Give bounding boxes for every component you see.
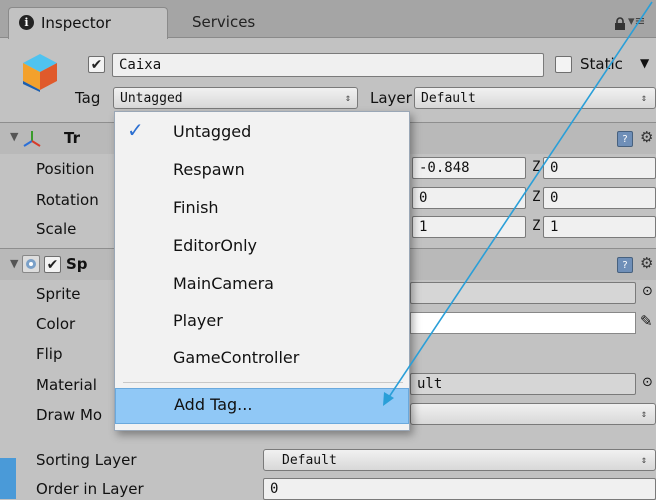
position-x-value: -0.848 — [419, 160, 470, 176]
dropdown-item-label: GameController — [173, 348, 300, 367]
popup-arrows-icon: ⇕ — [640, 92, 647, 104]
scale-z-field[interactable]: 1 — [543, 216, 656, 238]
dropdown-item-label: Player — [173, 311, 223, 330]
dropdown-item-label: EditorOnly — [173, 236, 257, 255]
sorting-layer-value: Default — [282, 452, 337, 468]
static-label: Static — [580, 55, 623, 73]
dropdown-item-label: Respawn — [173, 160, 245, 179]
position-label: Position — [36, 160, 95, 178]
popup-arrows-icon: ⇕ — [344, 92, 351, 104]
dropdown-separator — [123, 382, 403, 383]
dropdown-item-maincamera[interactable]: MainCamera — [115, 266, 409, 302]
tab-inspector-label: Inspector — [41, 14, 111, 32]
active-checkbox[interactable]: ✔ — [88, 56, 105, 73]
name-field[interactable]: Caixa — [112, 53, 544, 77]
foldout-arrow-icon[interactable]: ▼ — [10, 257, 18, 270]
position-z-axis: Z — [532, 159, 541, 175]
rotation-z-field[interactable]: 0 — [543, 187, 656, 209]
object-picker-icon[interactable]: ⊙ — [642, 375, 653, 390]
tab-services[interactable]: Services — [176, 10, 296, 36]
color-field[interactable] — [410, 312, 636, 334]
help-icon[interactable]: ? — [617, 257, 633, 273]
dropdown-item-respawn[interactable]: Respawn — [115, 152, 409, 188]
help-icon[interactable]: ? — [617, 131, 633, 147]
tag-popup[interactable]: Untagged ⇕ — [113, 87, 358, 109]
layer-popup-value: Default — [421, 90, 476, 106]
material-value: ult — [417, 376, 443, 392]
sprite-renderer-enabled-checkbox[interactable]: ✔ — [44, 256, 61, 273]
dropdown-item-label: MainCamera — [173, 274, 274, 293]
tab-services-label: Services — [192, 13, 256, 31]
scale-z-axis: Z — [532, 218, 541, 234]
sorting-layer-popup[interactable]: Default ⇕ — [263, 449, 656, 471]
rotation-label: Rotation — [36, 191, 99, 209]
gameobject-cube-icon — [20, 52, 60, 92]
position-z-value: 0 — [550, 160, 559, 176]
sorting-layer-label: Sorting Layer — [36, 451, 137, 469]
position-x-field[interactable]: -0.848 — [412, 157, 526, 179]
dropdown-item-editoronly[interactable]: EditorOnly — [115, 228, 409, 264]
popup-arrows-icon: ⇕ — [640, 454, 647, 466]
tag-label: Tag — [75, 89, 101, 107]
color-label: Color — [36, 315, 76, 333]
order-in-layer-value: 0 — [270, 481, 279, 497]
dropdown-item-finish[interactable]: Finish — [115, 190, 409, 226]
menu-icon[interactable]: ▾≡ — [628, 14, 645, 29]
material-label: Material — [36, 376, 97, 394]
object-picker-icon[interactable]: ⊙ — [642, 284, 653, 299]
rotation-z-value: 0 — [550, 190, 559, 206]
draw-mode-popup[interactable]: ⇕ — [410, 403, 656, 425]
material-field[interactable]: ult — [410, 373, 636, 395]
rotation-z-axis: Z — [532, 189, 541, 205]
tab-inspector[interactable]: i Inspector — [8, 7, 168, 39]
rotation-x-field[interactable]: 0 — [412, 187, 526, 209]
dropdown-item-player[interactable]: Player — [115, 303, 409, 339]
sprite-renderer-icon — [22, 255, 40, 273]
popup-arrows-icon: ⇕ — [640, 408, 647, 420]
eyedropper-icon[interactable]: ✎ — [640, 312, 653, 330]
checkmark-icon: ✓ — [127, 118, 144, 142]
dropdown-item-untagged[interactable]: ✓ Untagged — [115, 114, 409, 150]
static-dropdown-icon[interactable]: ▼ — [640, 56, 649, 70]
scale-label: Scale — [36, 220, 77, 238]
position-z-field[interactable]: 0 — [543, 157, 656, 179]
gear-icon[interactable]: ⚙ — [640, 254, 653, 272]
rotation-x-value: 0 — [419, 190, 428, 206]
name-value: Caixa — [119, 57, 162, 73]
scale-z-value: 1 — [550, 219, 559, 235]
lock-icon[interactable] — [614, 16, 626, 35]
sprite-field[interactable] — [410, 282, 636, 304]
foldout-arrow-icon[interactable]: ▼ — [10, 130, 18, 143]
flip-label: Flip — [36, 345, 63, 363]
static-checkbox[interactable] — [555, 56, 572, 73]
draw-mode-label: Draw Mo — [36, 406, 103, 424]
sprite-label: Sprite — [36, 285, 81, 303]
dropdown-item-add-tag[interactable]: Add Tag... — [115, 388, 409, 424]
info-icon: i — [19, 15, 34, 30]
dropdown-item-gamecontroller[interactable]: GameController — [115, 340, 409, 376]
scale-x-value: 1 — [419, 219, 428, 235]
tag-dropdown-menu: ✓ Untagged Respawn Finish EditorOnly Mai… — [114, 111, 410, 431]
gear-icon[interactable]: ⚙ — [640, 128, 653, 146]
order-in-layer-field[interactable]: 0 — [263, 478, 656, 500]
order-in-layer-label: Order in Layer — [36, 480, 144, 498]
sprite-renderer-title: Sp — [66, 255, 88, 273]
dropdown-item-label: Untagged — [173, 122, 252, 141]
transform-title: Tr — [64, 129, 80, 147]
layer-popup[interactable]: Default ⇕ — [414, 87, 656, 109]
background-window-edge — [0, 458, 16, 499]
transform-axis-icon — [22, 129, 42, 151]
scale-x-field[interactable]: 1 — [412, 216, 526, 238]
tag-popup-value: Untagged — [120, 90, 183, 106]
dropdown-item-label: Finish — [173, 198, 219, 217]
dropdown-item-label: Add Tag... — [174, 395, 253, 414]
layer-label: Layer — [370, 89, 412, 107]
